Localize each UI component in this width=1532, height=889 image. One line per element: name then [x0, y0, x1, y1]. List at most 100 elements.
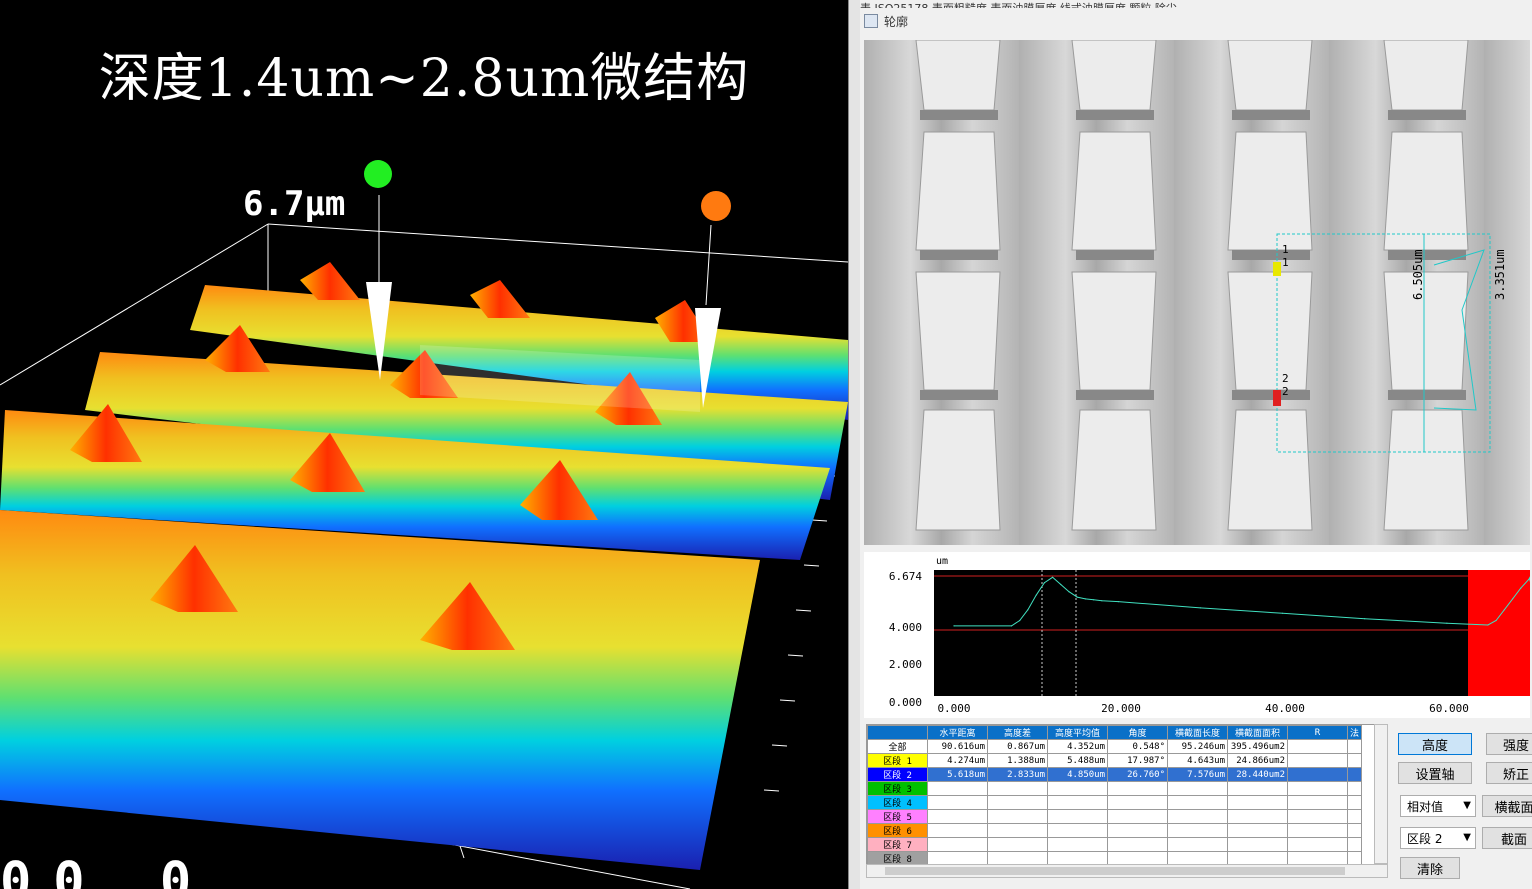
x-tick-label: 60.000: [1429, 702, 1469, 715]
table-row[interactable]: 区段 5: [867, 809, 1363, 824]
table-cell: [987, 795, 1048, 810]
set-axis-button[interactable]: 设置轴: [1398, 762, 1472, 784]
table-row[interactable]: 区段 1 4.274um 1.388um 5.488um 17.987° 4.643um 2…: [867, 753, 1363, 768]
table-cell: [1047, 795, 1108, 810]
results-table[interactable]: 水平距离 高度差 高度平均值 角度 横截面长度 横截面面积 R 法 全部 90.616um 0.8…: [866, 724, 1376, 866]
dimension-a-label: 6.505um: [1411, 249, 1425, 300]
segment-label-cell[interactable]: 区段 5: [867, 809, 928, 824]
surface-image-view[interactable]: 1 1 2 2 6.505um 3.351um: [864, 40, 1530, 545]
table-cell: [1047, 781, 1108, 796]
profile-point: [1446, 622, 1448, 624]
table-row[interactable]: 区段 7: [867, 837, 1363, 852]
table-cell: [1107, 781, 1168, 796]
segment-label-cell[interactable]: 区段 7: [867, 837, 928, 852]
x-tick-label: 40.000: [1265, 702, 1305, 715]
table-header-cell[interactable]: 横截面长度: [1167, 725, 1228, 740]
table-cell: [1346, 809, 1363, 824]
profile-point: [1019, 619, 1021, 622]
table-cell: 7.576um: [1167, 767, 1228, 782]
profile-point: [1060, 583, 1062, 586]
segment-label-cell[interactable]: 区段 2: [867, 767, 928, 782]
table-horizontal-scrollbar[interactable]: [866, 864, 1388, 878]
window-title-bar: 轮廓: [864, 10, 908, 32]
table-cell: 28.440um2: [1227, 767, 1288, 782]
correct-button[interactable]: 矫正: [1486, 762, 1532, 784]
marker-1-label: 1: [1282, 243, 1289, 256]
chevron-down-icon: ▼: [1463, 800, 1471, 811]
segment-label-cell[interactable]: 全部: [867, 739, 928, 754]
marker-2-point[interactable]: [1273, 390, 1281, 406]
marker-2b-label: 2: [1282, 385, 1289, 398]
x-tick-label: 0.000: [937, 702, 970, 715]
intensity-button[interactable]: 强度: [1486, 733, 1532, 755]
table-cell: [1287, 753, 1348, 768]
table-header-cell[interactable]: 法: [1346, 725, 1363, 740]
clear-button[interactable]: 清除: [1400, 857, 1460, 879]
profile-point: [1199, 607, 1201, 609]
table-cell: 395.496um2: [1227, 739, 1288, 754]
profile-point: [1503, 609, 1505, 611]
table-cell: [927, 823, 988, 838]
3d-view-panel[interactable]: 深度1.4um~2.8um微结构 6.7μm 00.0: [0, 0, 848, 889]
hscroll-thumb[interactable]: [885, 867, 1345, 875]
marker-1-point[interactable]: [1273, 262, 1281, 276]
table-cell: 4.850um: [1047, 767, 1108, 782]
table-vertical-scrollbar[interactable]: [1374, 724, 1388, 864]
table-header-cell[interactable]: 高度平均值: [1047, 725, 1108, 740]
table-cell: 5.618um: [927, 767, 988, 782]
profile-point: [1512, 598, 1514, 600]
table-cell: [1167, 781, 1228, 796]
cross-section-button[interactable]: 横截面: [1482, 795, 1532, 817]
segment-label-cell[interactable]: 区段 1: [867, 753, 928, 768]
table-cell: [1346, 837, 1363, 852]
table-header-cell[interactable]: R: [1287, 725, 1348, 740]
table-cell: [1227, 823, 1288, 838]
segment-select[interactable]: 区段 2 ▼: [1400, 827, 1476, 849]
section-button[interactable]: 截面: [1482, 827, 1532, 849]
table-cell: 4.274um: [927, 753, 988, 768]
profile-point: [1084, 598, 1086, 600]
bottom-scale-digits: 00.0: [0, 852, 214, 889]
profile-chart-area[interactable]: um 6.674 4.000 2.000 0.000 0.000 20.000 …: [864, 552, 1531, 718]
table-row[interactable]: 全部 90.616um 0.867um 4.352um 0.548° 95.246um 39…: [867, 739, 1363, 754]
y-tick-label: 2.000: [889, 658, 922, 671]
orange-marker-dot[interactable]: [701, 191, 731, 221]
table-cell: 24.866um2: [1227, 753, 1288, 768]
table-row[interactable]: 区段 3: [867, 781, 1363, 796]
table-cell: [1227, 809, 1288, 824]
table-header-cell[interactable]: 横截面面积: [1227, 725, 1288, 740]
profile-point: [1052, 576, 1054, 578]
y-tick-label: 0.000: [889, 696, 922, 709]
segment-label-cell[interactable]: 区段 6: [867, 823, 928, 838]
segment-label-cell[interactable]: 区段 4: [867, 795, 928, 810]
table-header-cell[interactable]: 角度: [1107, 725, 1168, 740]
height-button[interactable]: 高度: [1398, 733, 1472, 755]
table-row[interactable]: 区段 4: [867, 795, 1363, 810]
profile-point: [1528, 578, 1530, 580]
top-tab-strip[interactable]: 表 ISO25178 表面粗糙度 表面油膜厚度 线式油膜厚度 颗粒 除尘: [860, 0, 1532, 8]
table-header-cell[interactable]: 高度差: [987, 725, 1048, 740]
table-cell: [1287, 781, 1348, 796]
relative-value-select[interactable]: 相对值 ▼: [1400, 795, 1476, 817]
table-cell: 5.488um: [1047, 753, 1108, 768]
height-measurement-label: 6.7μm: [243, 184, 346, 224]
profile-point: [1027, 609, 1029, 611]
table-cell: [1047, 837, 1108, 852]
profile-point: [953, 625, 955, 627]
table-cell: 2.833um: [987, 767, 1048, 782]
table-row[interactable]: 区段 2 5.618um 2.833um 4.850um 26.760° 7.576um 2…: [867, 767, 1363, 782]
green-marker-dot[interactable]: [364, 160, 392, 188]
table-cell: [927, 781, 988, 796]
table-cell: [1107, 823, 1168, 838]
segment-label-cell[interactable]: 区段 3: [867, 781, 928, 796]
table-header-cell[interactable]: 水平距离: [927, 725, 988, 740]
table-header-cell[interactable]: [867, 725, 928, 740]
dimension-b-label: 3.351um: [1493, 249, 1507, 300]
table-row[interactable]: 区段 6: [867, 823, 1363, 838]
profile-point: [1010, 625, 1013, 627]
3d-surface-render: [0, 160, 848, 889]
table-cell: [987, 837, 1048, 852]
table-cell: [1227, 795, 1288, 810]
table-cell: [1047, 809, 1108, 824]
table-cell: [1167, 795, 1228, 810]
